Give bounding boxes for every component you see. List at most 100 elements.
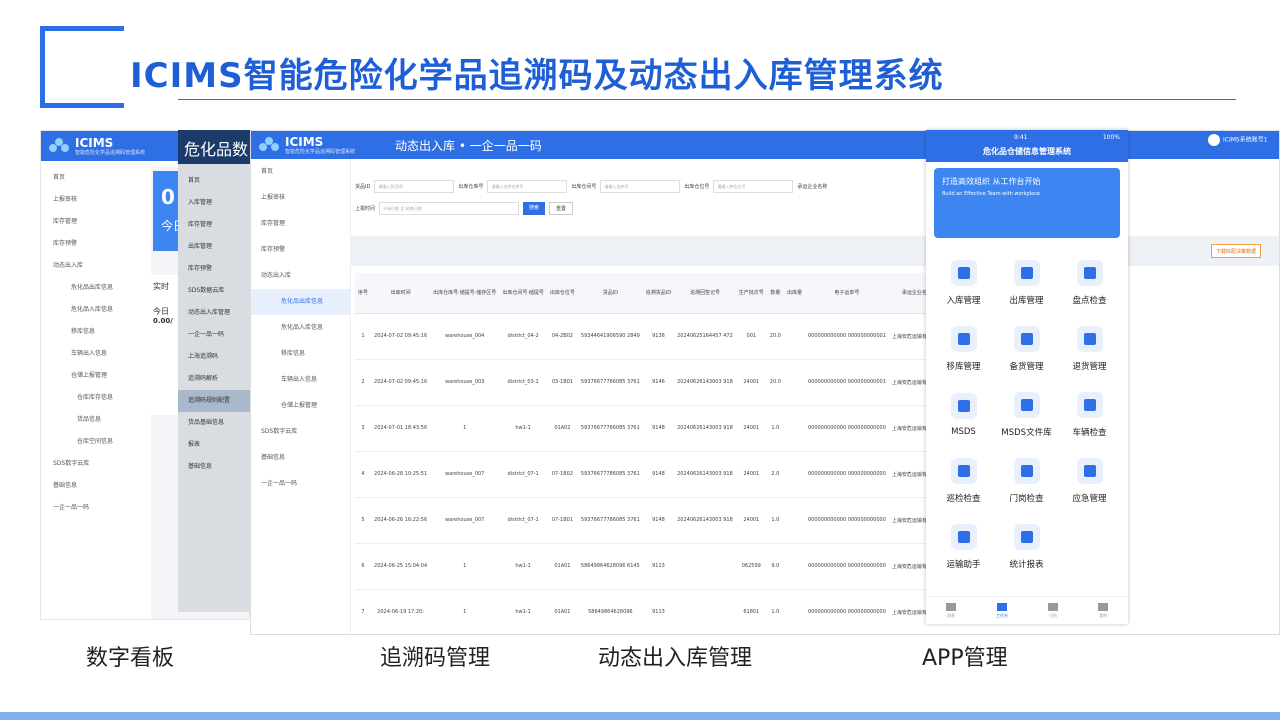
table-cell: 01A02: [546, 405, 578, 452]
goods-id-input[interactable]: 请输入货品ID: [374, 179, 455, 193]
caption-app: APP管理: [922, 646, 1008, 671]
app-tile[interactable]: 盘点检查: [1058, 250, 1121, 316]
sidebar-item[interactable]: 上海追溯码: [178, 346, 252, 368]
sidebar-item[interactable]: 仓储上报管理: [251, 393, 350, 419]
table-cell: [783, 313, 805, 360]
sidebar-item[interactable]: 货品基础信息: [178, 412, 252, 434]
column-header: 序号: [355, 273, 372, 314]
sidebar-item[interactable]: 移库信息: [251, 341, 350, 367]
table-cell: 2024-07-02 09:45:16: [371, 359, 431, 406]
sidebar-item[interactable]: 入库管理: [178, 192, 252, 214]
table-cell: 2.0: [766, 451, 784, 498]
date-range-input[interactable]: 开始日期 至 结束日期: [379, 201, 520, 215]
sidebar-item[interactable]: 追溯码解析: [178, 368, 252, 390]
sidebar-menu: 首页 上报审核 库存管理 库存预警 动态出入库 危化品出库信息 危化品入库信息 移库信息 车辆出…: [251, 159, 351, 634]
table-cell: warehouse_004: [430, 313, 500, 360]
app-tile[interactable]: MSDS文件库: [995, 382, 1058, 448]
caption-inout: 动态出入库管理: [598, 646, 753, 671]
sidebar-item[interactable]: SDS数据云库: [178, 280, 252, 302]
app-tile[interactable]: 应急管理: [1058, 448, 1121, 514]
room-input[interactable]: 请输入出库号: [600, 179, 681, 193]
sidebar-item[interactable]: 一企一品一码: [251, 471, 350, 497]
warehouse-input[interactable]: 请输入出库仓库号: [487, 179, 568, 193]
app-tile[interactable]: 巡检检查: [932, 448, 995, 514]
app-tile[interactable]: 退货管理: [1058, 316, 1121, 382]
table-cell: warehouse_003: [430, 359, 500, 406]
tab-label: 我的: [1099, 612, 1107, 618]
reset-button[interactable]: 重置: [549, 201, 574, 215]
table-cell: 59376677786085 3761: [577, 359, 643, 406]
table-cell: 000000000000 000000000000: [804, 497, 889, 544]
table-cell: 24001: [735, 451, 767, 498]
app-tile[interactable]: MSDS: [932, 382, 995, 448]
sidebar-item[interactable]: SDS数字云库: [251, 419, 350, 445]
trace-code-screenshot: 危化品数 首页 入库管理 库存管理 出库管理 库存预警 SDS数据云库 动态出入库管理 一企一…: [178, 130, 252, 612]
sidebar-item[interactable]: 库存预警: [251, 237, 350, 263]
app-tile[interactable]: 运输助手: [932, 514, 995, 580]
app-tile[interactable]: 统计报表: [995, 514, 1058, 580]
sidebar-item[interactable]: 动态出入库管理: [178, 302, 252, 324]
column-header: 货品ID: [577, 273, 643, 314]
sidebar-item[interactable]: 库存管理: [251, 211, 350, 237]
app-icon: [1013, 524, 1040, 550]
position-input[interactable]: 请输入库仓位号: [713, 179, 794, 193]
bottom-bar: [0, 712, 1280, 720]
sidebar-item[interactable]: 库存预警: [178, 258, 252, 280]
filter-label: 承运企业名称: [797, 183, 828, 190]
user-account[interactable]: ICIMS系统账号1: [1208, 134, 1268, 146]
table-cell: 1.0: [766, 497, 784, 544]
app-tile[interactable]: 出库管理: [995, 250, 1058, 316]
tab-item[interactable]: 消息: [946, 602, 956, 619]
sidebar-item[interactable]: 首页: [251, 159, 350, 185]
banner-en: Build an Effective Team with workplace: [942, 191, 1040, 197]
table-cell: 9146: [642, 359, 675, 406]
search-button[interactable]: 搜索: [523, 201, 546, 215]
sidebar-item[interactable]: 出库管理: [178, 236, 252, 258]
column-header: 数量: [766, 273, 784, 314]
table-cell: 9.0: [766, 543, 784, 590]
app-tile[interactable]: 车辆检查: [1058, 382, 1121, 448]
app-tile[interactable]: 门岗检查: [995, 448, 1058, 514]
sidebar-item[interactable]: 库存管理: [178, 214, 252, 236]
sidebar-item[interactable]: 追溯码规则配置: [178, 390, 252, 412]
table-cell: 20240626143003 918: [674, 359, 736, 406]
app-tile[interactable]: 入库管理: [932, 250, 995, 316]
table-cell: 20240626143003 918: [674, 405, 736, 452]
table-cell: 1: [430, 543, 500, 590]
table-cell: 2024-06-28 10:25:51: [371, 451, 431, 498]
sidebar-item[interactable]: 动态出入库: [251, 263, 350, 289]
table-cell: 9113: [642, 543, 675, 590]
column-header: 追溯货品ID: [642, 273, 675, 314]
sidebar-item[interactable]: 报表: [178, 434, 252, 456]
export-button[interactable]: 下载匹配决策数据: [1211, 244, 1262, 258]
tab-item[interactable]: 我的: [1098, 602, 1108, 619]
app-tile[interactable]: 移库管理: [932, 316, 995, 382]
table-cell: 9148: [642, 405, 675, 452]
tab-item[interactable]: 工作台: [996, 602, 1008, 619]
table-cell: 24001: [735, 359, 767, 406]
table-cell: 000000000000 000000000000: [804, 451, 889, 498]
sidebar-item[interactable]: 危化品出库信息: [251, 289, 350, 315]
sidebar-item[interactable]: 一企一品一码: [178, 324, 252, 346]
app-tile[interactable]: 备货管理: [995, 316, 1058, 382]
app-icon: [950, 393, 977, 419]
sidebar-item[interactable]: 上报审核: [251, 185, 350, 211]
table-cell: 1: [430, 589, 500, 634]
table-cell: warehouse_007: [430, 451, 500, 498]
tab-item[interactable]: 日历: [1048, 602, 1058, 619]
table-cell: 9136: [642, 313, 675, 360]
sidebar-item[interactable]: 首页: [178, 170, 252, 192]
sidebar-item[interactable]: 基础信息: [178, 456, 252, 478]
table-cell: 000000000000 000000000001: [804, 359, 889, 406]
sidebar-item[interactable]: 车辆出入信息: [251, 367, 350, 393]
sidebar-item[interactable]: 基础信息: [251, 445, 350, 471]
table-cell: 7: [355, 589, 372, 634]
column-header: 出库时间: [371, 273, 431, 314]
table-cell: 07-1B01: [546, 497, 578, 544]
column-header: 电子运单号: [804, 273, 889, 314]
sidebar-item[interactable]: 危化品入库信息: [251, 315, 350, 341]
table-cell: [783, 497, 805, 544]
caption-dashboard: 数字看板: [86, 646, 175, 671]
table-cell: 2024-07-01 18:43:56: [371, 405, 431, 452]
table-cell: 59376677786085 3761: [577, 405, 643, 452]
